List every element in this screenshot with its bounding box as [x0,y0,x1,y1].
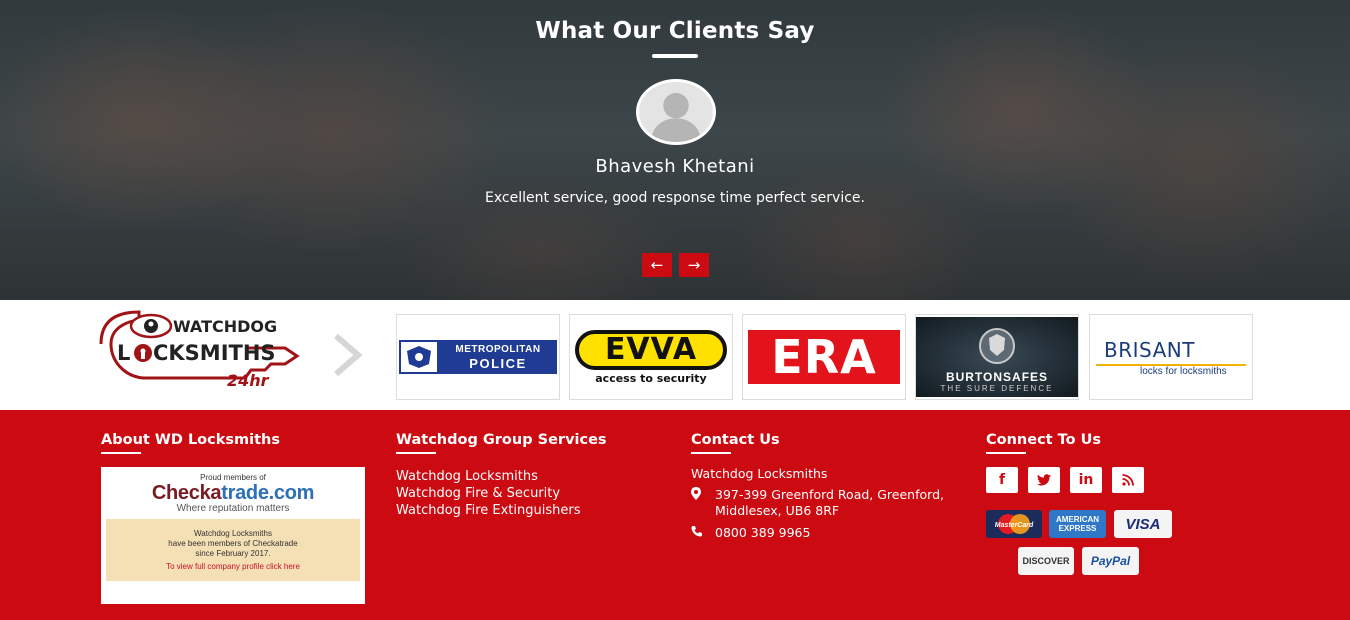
client-quote: Excellent service, good response time pe… [485,190,865,206]
partner-metropolitan-police[interactable]: METROPOLITAN POLICE [396,314,560,400]
testimonials-section: What Our Clients Say Bhavesh Khetani Exc… [0,0,1350,300]
client-name: Bhavesh Khetani [595,156,755,177]
partners-strip: WATCHDOG L CKSMITHS 24hr METROPOLITAN PO… [0,300,1350,410]
burton-name: BURTONSAFES [945,370,1049,384]
checkatrade-line1: Watchdog Locksmiths [194,529,272,538]
partner-burtonsafes[interactable]: BURTONSAFES THE SURE DEFENCE [915,314,1079,400]
contact-phone: 0800 389 9965 [691,525,944,541]
services-list: Watchdog Locksmiths Watchdog Fire & Secu… [396,468,580,519]
services-heading: Watchdog Group Services [396,432,607,454]
service-link-fire-security[interactable]: Watchdog Fire & Security [396,485,580,502]
partner-brisant[interactable]: BRISANT locks for locksmiths [1089,314,1253,400]
checkatrade-line3: since February 2017. [195,549,271,558]
facebook-icon[interactable]: f [986,467,1018,493]
brisant-name: BRISANT [1104,337,1195,362]
era-logo: ERA [748,330,900,384]
social-links: f in [986,467,1144,493]
partner-evva[interactable]: EVVA access to security [569,314,733,400]
checkatrade-proud: Proud members of [200,473,266,482]
logo-line2a: L [117,341,130,365]
checkatrade-profile-link[interactable]: To view full company profile click here [106,562,360,572]
checkatrade-slogan: Where reputation matters [176,503,290,514]
shield-crest-icon [979,328,1015,364]
title-underline [652,54,698,58]
mastercard-icon: MasterCard [986,510,1042,538]
service-link-fire-extinguishers[interactable]: Watchdog Fire Extinguishers [396,502,580,519]
american-express-icon: AMERICAN EXPRESS [1049,510,1106,538]
logo-line2b: CKSMITHS [153,341,276,365]
svg-text:MasterCard: MasterCard [995,522,1034,529]
burton-tagline: THE SURE DEFENCE [940,384,1054,393]
address-line2: Middlesex, UB6 8RF [715,503,840,518]
site-footer: About WD Locksmiths Watchdog Group Servi… [0,410,1350,620]
contact-company: Watchdog Locksmiths [691,466,828,481]
phone-icon [691,525,715,540]
connect-heading: Connect To Us [986,432,1101,454]
contact-info: Watchdog Locksmiths 397-399 Greenford Ro… [691,466,944,541]
rss-icon[interactable] [1112,467,1144,493]
watchdog-locksmiths-logo[interactable]: WATCHDOG L CKSMITHS 24hr [95,310,303,388]
checkatrade-brand: Checkatrade.com [151,482,315,504]
prev-testimonial-button[interactable]: ← [642,253,672,277]
contact-heading: Contact Us [691,432,780,454]
contact-address: 397-399 Greenford Road, Greenford, Middl… [691,487,944,519]
visa-icon: VISA [1114,510,1172,538]
paypal-icon: PayPal [1082,547,1139,575]
met-line1: METROPOLITAN [455,344,541,355]
crest-icon [399,340,439,374]
checkatrade-panel: Watchdog Locksmiths have been members of… [106,519,360,581]
twitter-icon[interactable] [1028,467,1060,493]
logo-line1: WATCHDOG [173,317,277,336]
met-police-logo: METROPOLITAN POLICE [399,340,557,374]
phone-number[interactable]: 0800 389 9965 [715,525,810,541]
partner-era[interactable]: ERA [742,314,906,400]
service-link-locksmiths[interactable]: Watchdog Locksmiths [396,468,580,485]
brisant-tagline: locks for locksmiths [1096,363,1246,377]
logo-24hr: 24hr [227,371,270,388]
burtonsafes-logo: BURTONSAFES THE SURE DEFENCE [916,317,1078,397]
evva-logo: EVVA [575,329,727,370]
map-marker-icon [691,487,715,503]
address-line1: 397-399 Greenford Road, Greenford, [715,487,944,502]
next-testimonial-button[interactable]: → [679,253,709,277]
person-placeholder-icon [639,82,713,142]
linkedin-icon[interactable]: in [1070,467,1102,493]
testimonial-content: What Our Clients Say Bhavesh Khetani Exc… [0,0,1350,300]
section-title: What Our Clients Say [535,18,815,44]
checkatrade-badge[interactable]: Proud members of Checkatrade.com Where r… [101,467,365,604]
chevron-right-icon [334,333,363,377]
met-line2: POLICE [469,356,527,371]
checkatrade-line2: have been members of Checkatrade [168,539,298,548]
discover-icon: DISCOVER [1018,547,1074,575]
about-heading: About WD Locksmiths [101,432,280,454]
client-avatar [636,79,716,145]
evva-tagline: access to security [595,371,707,385]
brisant-logo: BRISANT locks for locksmiths [1096,338,1246,377]
